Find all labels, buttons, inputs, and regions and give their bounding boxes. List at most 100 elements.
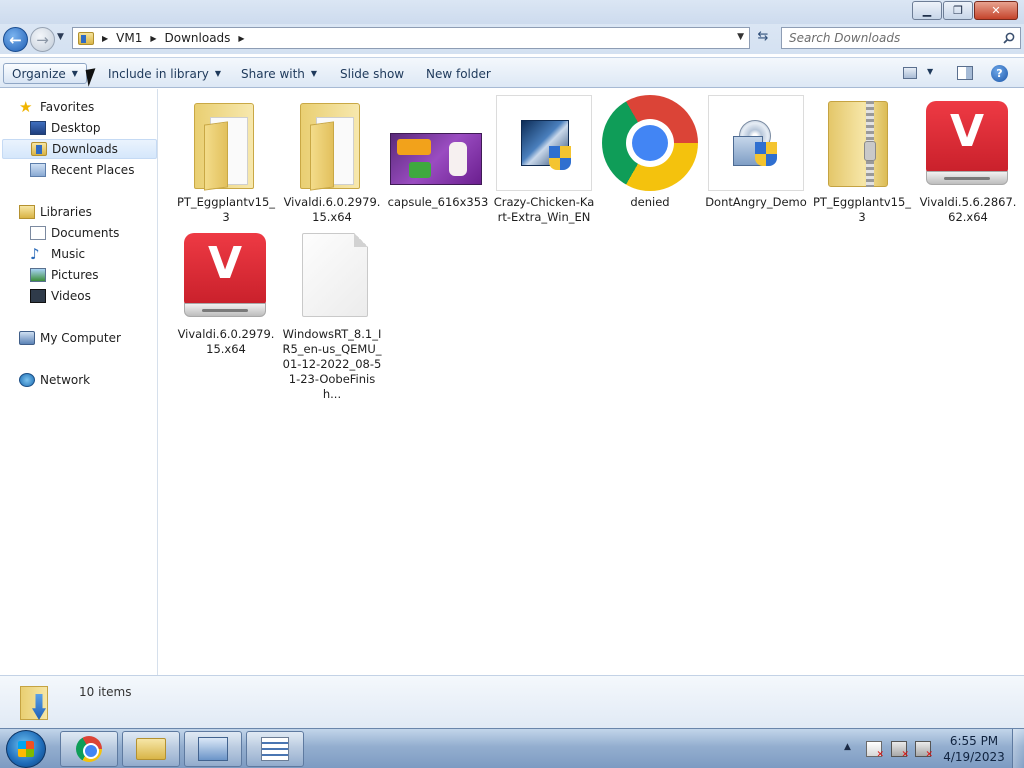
file-name: DontAngry_Demo (705, 195, 807, 209)
sidebar-item-documents[interactable]: Documents (30, 223, 119, 243)
file-item[interactable]: DontAngry_Demo (704, 95, 808, 210)
search-input[interactable] (789, 29, 999, 47)
setup-icon (708, 95, 804, 191)
recent-pages-dropdown[interactable]: ▼ (57, 32, 69, 46)
restore-button[interactable]: ❐ (943, 1, 973, 20)
view-options-dropdown[interactable]: ▼ (927, 67, 933, 76)
minimize-icon: ▁ (922, 4, 932, 17)
pictures-icon (30, 268, 46, 282)
window-controls: ▁ ❐ ✕ (911, 1, 1018, 20)
search-box[interactable] (781, 27, 1021, 49)
sidebar-item-pictures[interactable]: Pictures (30, 265, 99, 285)
details-pane: 10 items (0, 675, 1024, 728)
minimize-button[interactable]: ▁ (912, 1, 942, 20)
volume-icon[interactable] (915, 741, 933, 760)
file-name: Crazy-Chicken-Kart-Extra_Win_EN (493, 195, 595, 224)
file-name: denied (630, 195, 670, 209)
file-name: PT_Eggplantv15_3 (176, 195, 276, 224)
restore-icon: ❐ (953, 4, 963, 17)
sidebar-item-network[interactable]: Network (19, 370, 90, 390)
include-in-library-button[interactable]: Include in library ▼ (100, 63, 229, 84)
chrome-icon (76, 736, 102, 762)
downloads-icon (31, 142, 47, 156)
libraries-icon (19, 205, 35, 219)
sidebar-item-libraries[interactable]: Libraries (19, 202, 92, 222)
new-folder-button[interactable]: New folder (418, 63, 499, 84)
chevron-right-icon[interactable]: ▶ (238, 34, 244, 43)
help-icon[interactable]: ? (991, 65, 1008, 82)
change-view-icon[interactable] (903, 67, 917, 79)
share-with-button[interactable]: Share with ▼ (233, 63, 325, 84)
search-icon[interactable] (1003, 32, 1015, 44)
refresh-button[interactable]: ⇆ (752, 29, 774, 49)
chrome-icon (602, 95, 698, 191)
clock-date: 4/19/2023 (943, 750, 1005, 764)
sidebar-item-downloads[interactable]: Downloads (2, 139, 157, 159)
new-folder-label: New folder (426, 66, 491, 81)
recent-places-icon (30, 163, 46, 177)
sidebar-item-label: Desktop (51, 121, 101, 135)
image-thumbnail (390, 95, 486, 191)
breadcrumb-vm1[interactable]: VM1 (116, 31, 142, 45)
file-name: capsule_616x353 (387, 195, 489, 209)
file-item[interactable]: PT_Eggplantv15_3 (174, 95, 278, 225)
sidebar-item-favorites[interactable]: ★ Favorites (19, 97, 94, 117)
file-item[interactable]: V Vivaldi.5.6.2867.62.x64 (916, 95, 1020, 225)
organize-button[interactable]: Organize ▼ (3, 63, 87, 84)
file-list: PT_Eggplantv15_3 Vivaldi.6.0.2979.15.x64… (159, 89, 1024, 675)
taskbar-explorer-button[interactable] (122, 731, 180, 767)
sidebar-item-videos[interactable]: Videos (30, 286, 91, 306)
forward-button[interactable]: → (30, 27, 55, 52)
file-item[interactable]: Vivaldi.6.0.2979.15.x64 (280, 95, 384, 225)
sidebar-item-recent-places[interactable]: Recent Places (30, 160, 134, 180)
task-list-icon (261, 737, 289, 761)
close-button[interactable]: ✕ (974, 1, 1018, 20)
navigation-pane: ★ Favorites Desktop Downloads Recent Pla… (0, 89, 158, 675)
network-status-icon[interactable] (891, 741, 909, 760)
file-item[interactable]: PT_Eggplantv15_3 (810, 95, 914, 225)
chevron-down-icon: ▼ (310, 69, 318, 78)
address-row: ← → ▼ ▶ VM1 ▶ Downloads ▶ ▼ ⇆ (0, 24, 1024, 54)
sidebar-item-desktop[interactable]: Desktop (30, 118, 101, 138)
title-bar: ▁ ❐ ✕ (0, 0, 1024, 24)
back-arrow-icon: ← (9, 30, 22, 49)
sidebar-item-label: Documents (51, 226, 120, 240)
vivaldi-installer-icon: V (920, 95, 1016, 191)
file-item[interactable]: V Vivaldi.6.0.2979.15.x64 (174, 227, 278, 357)
sidebar-item-label: Recent Places (51, 163, 135, 177)
chevron-right-icon[interactable]: ▶ (150, 34, 156, 43)
videos-icon (30, 289, 46, 303)
installer-icon (496, 95, 592, 191)
start-button[interactable] (6, 730, 46, 768)
item-count: 10 items (79, 685, 132, 699)
file-item[interactable]: WindowsRT_8.1_IR5_en-us_QEMU_01-12-2022_… (280, 227, 384, 402)
file-name: WindowsRT_8.1_IR5_en-us_QEMU_01-12-2022_… (282, 327, 382, 401)
sidebar-item-label: Videos (51, 289, 91, 303)
chevron-right-icon[interactable]: ▶ (102, 34, 108, 43)
back-button[interactable]: ← (3, 27, 28, 52)
preview-pane-icon[interactable] (957, 66, 973, 80)
clock[interactable]: 6:55 PM 4/19/2023 (940, 733, 1008, 765)
zip-folder-icon (814, 95, 910, 191)
show-hidden-icons-button[interactable]: ▲ (844, 742, 851, 752)
slide-show-button[interactable]: Slide show (332, 63, 412, 84)
action-center-icon[interactable] (866, 741, 884, 760)
breadcrumb-downloads[interactable]: Downloads (165, 31, 231, 45)
taskbar-control-panel-button[interactable] (184, 731, 242, 767)
sidebar-item-music[interactable]: ♪ Music (30, 244, 85, 264)
refresh-icon: ⇆ (757, 29, 769, 44)
sidebar-item-label: Downloads (52, 142, 118, 156)
file-name: Vivaldi.6.0.2979.15.x64 (283, 195, 381, 224)
show-desktop-button[interactable] (1012, 729, 1024, 768)
file-item[interactable]: Crazy-Chicken-Kart-Extra_Win_EN (492, 95, 596, 225)
file-item[interactable]: capsule_616x353 (386, 95, 490, 210)
chevron-down-icon: ▼ (214, 69, 222, 78)
taskbar-chrome-button[interactable] (60, 731, 118, 767)
address-bar[interactable]: ▶ VM1 ▶ Downloads ▶ ▼ (72, 27, 750, 49)
taskbar-task-list-button[interactable] (246, 731, 304, 767)
address-history-dropdown[interactable]: ▼ (737, 32, 744, 42)
organize-label: Organize (12, 66, 66, 81)
sidebar-item-my-computer[interactable]: My Computer (19, 328, 121, 348)
blank-file-icon (284, 227, 380, 323)
file-item[interactable]: denied (598, 95, 702, 210)
